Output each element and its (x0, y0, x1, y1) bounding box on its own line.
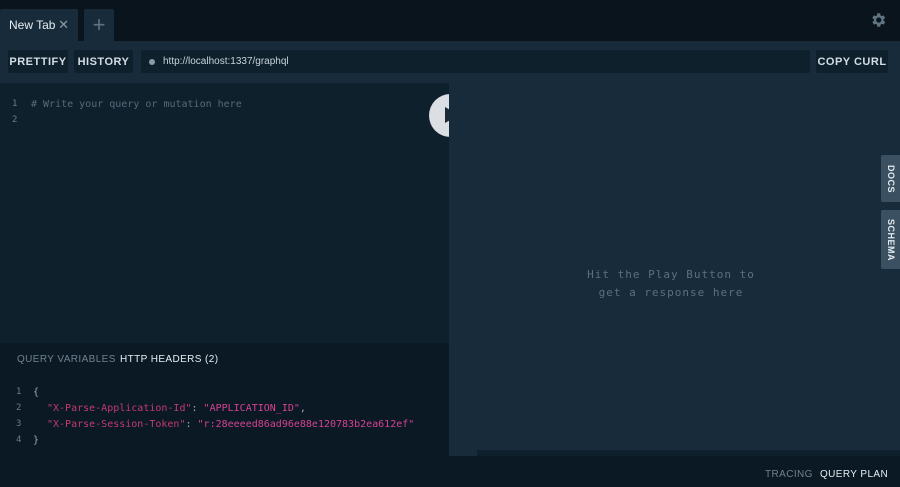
header-line: "X-Parse-Application-Id": "APPLICATION_I… (47, 403, 306, 414)
tab-query-plan[interactable]: QUERY PLAN (820, 469, 888, 480)
gear-icon[interactable] (869, 11, 887, 29)
tab-tracing[interactable]: TRACING (765, 469, 813, 480)
header-line: "X-Parse-Session-Token": "r:28eeeed86ad9… (47, 419, 415, 430)
header-key: "X-Parse-Application-Id" (47, 403, 192, 414)
line-number: 2 (12, 115, 18, 125)
endpoint-url-text: http://localhost:1337/graphql (163, 56, 289, 67)
close-icon[interactable]: ✕ (58, 18, 69, 32)
tab-bar: New Tab ✕ + (0, 0, 900, 41)
header-value: "r:28eeeed86ad96e88e120783b2ea612ef" (197, 419, 415, 430)
query-editor[interactable]: 1 2 # Write your query or mutation here (0, 83, 449, 343)
tab-label: New Tab (9, 18, 56, 32)
prettify-button[interactable]: PRETTIFY (8, 50, 68, 73)
line-number: 3 (16, 419, 22, 429)
endpoint-url-input[interactable]: http://localhost:1337/graphql (141, 50, 810, 73)
open-brace: { (33, 387, 40, 398)
toolbar: PRETTIFY HISTORY http://localhost:1337/g… (0, 41, 900, 83)
tab-http-headers[interactable]: HTTP HEADERS (2) (120, 354, 218, 365)
result-placeholder: Hit the Play Button to get a response he… (587, 268, 755, 299)
header-key: "X-Parse-Session-Token" (47, 419, 186, 430)
close-brace: } (33, 435, 40, 446)
header-value: "APPLICATION_ID" (203, 403, 300, 414)
docs-tab[interactable]: DOCS (881, 155, 900, 202)
line-number: 4 (16, 435, 22, 445)
variables-tabs: QUERY VARIABLES HTTP HEADERS (2) (0, 343, 449, 375)
result-footer: TRACING QUERY PLAN (449, 456, 900, 487)
add-tab-button[interactable]: + (84, 9, 114, 41)
copy-curl-button[interactable]: COPY CURL (816, 50, 888, 73)
history-button[interactable]: HISTORY (74, 50, 133, 73)
line-number: 1 (12, 99, 18, 109)
tab-query-variables[interactable]: QUERY VARIABLES (17, 354, 116, 365)
schema-tab[interactable]: SCHEMA (881, 210, 900, 269)
variables-pane: QUERY VARIABLES HTTP HEADERS (2) 1 2 3 4… (0, 343, 449, 487)
line-number: 2 (16, 403, 22, 413)
connection-status-dot (149, 59, 155, 65)
query-comment: # Write your query or mutation here (31, 99, 242, 110)
result-pane: Hit the Play Button to get a response he… (449, 83, 900, 456)
tab-new-tab[interactable]: New Tab ✕ (0, 9, 78, 41)
line-number: 1 (16, 387, 22, 397)
